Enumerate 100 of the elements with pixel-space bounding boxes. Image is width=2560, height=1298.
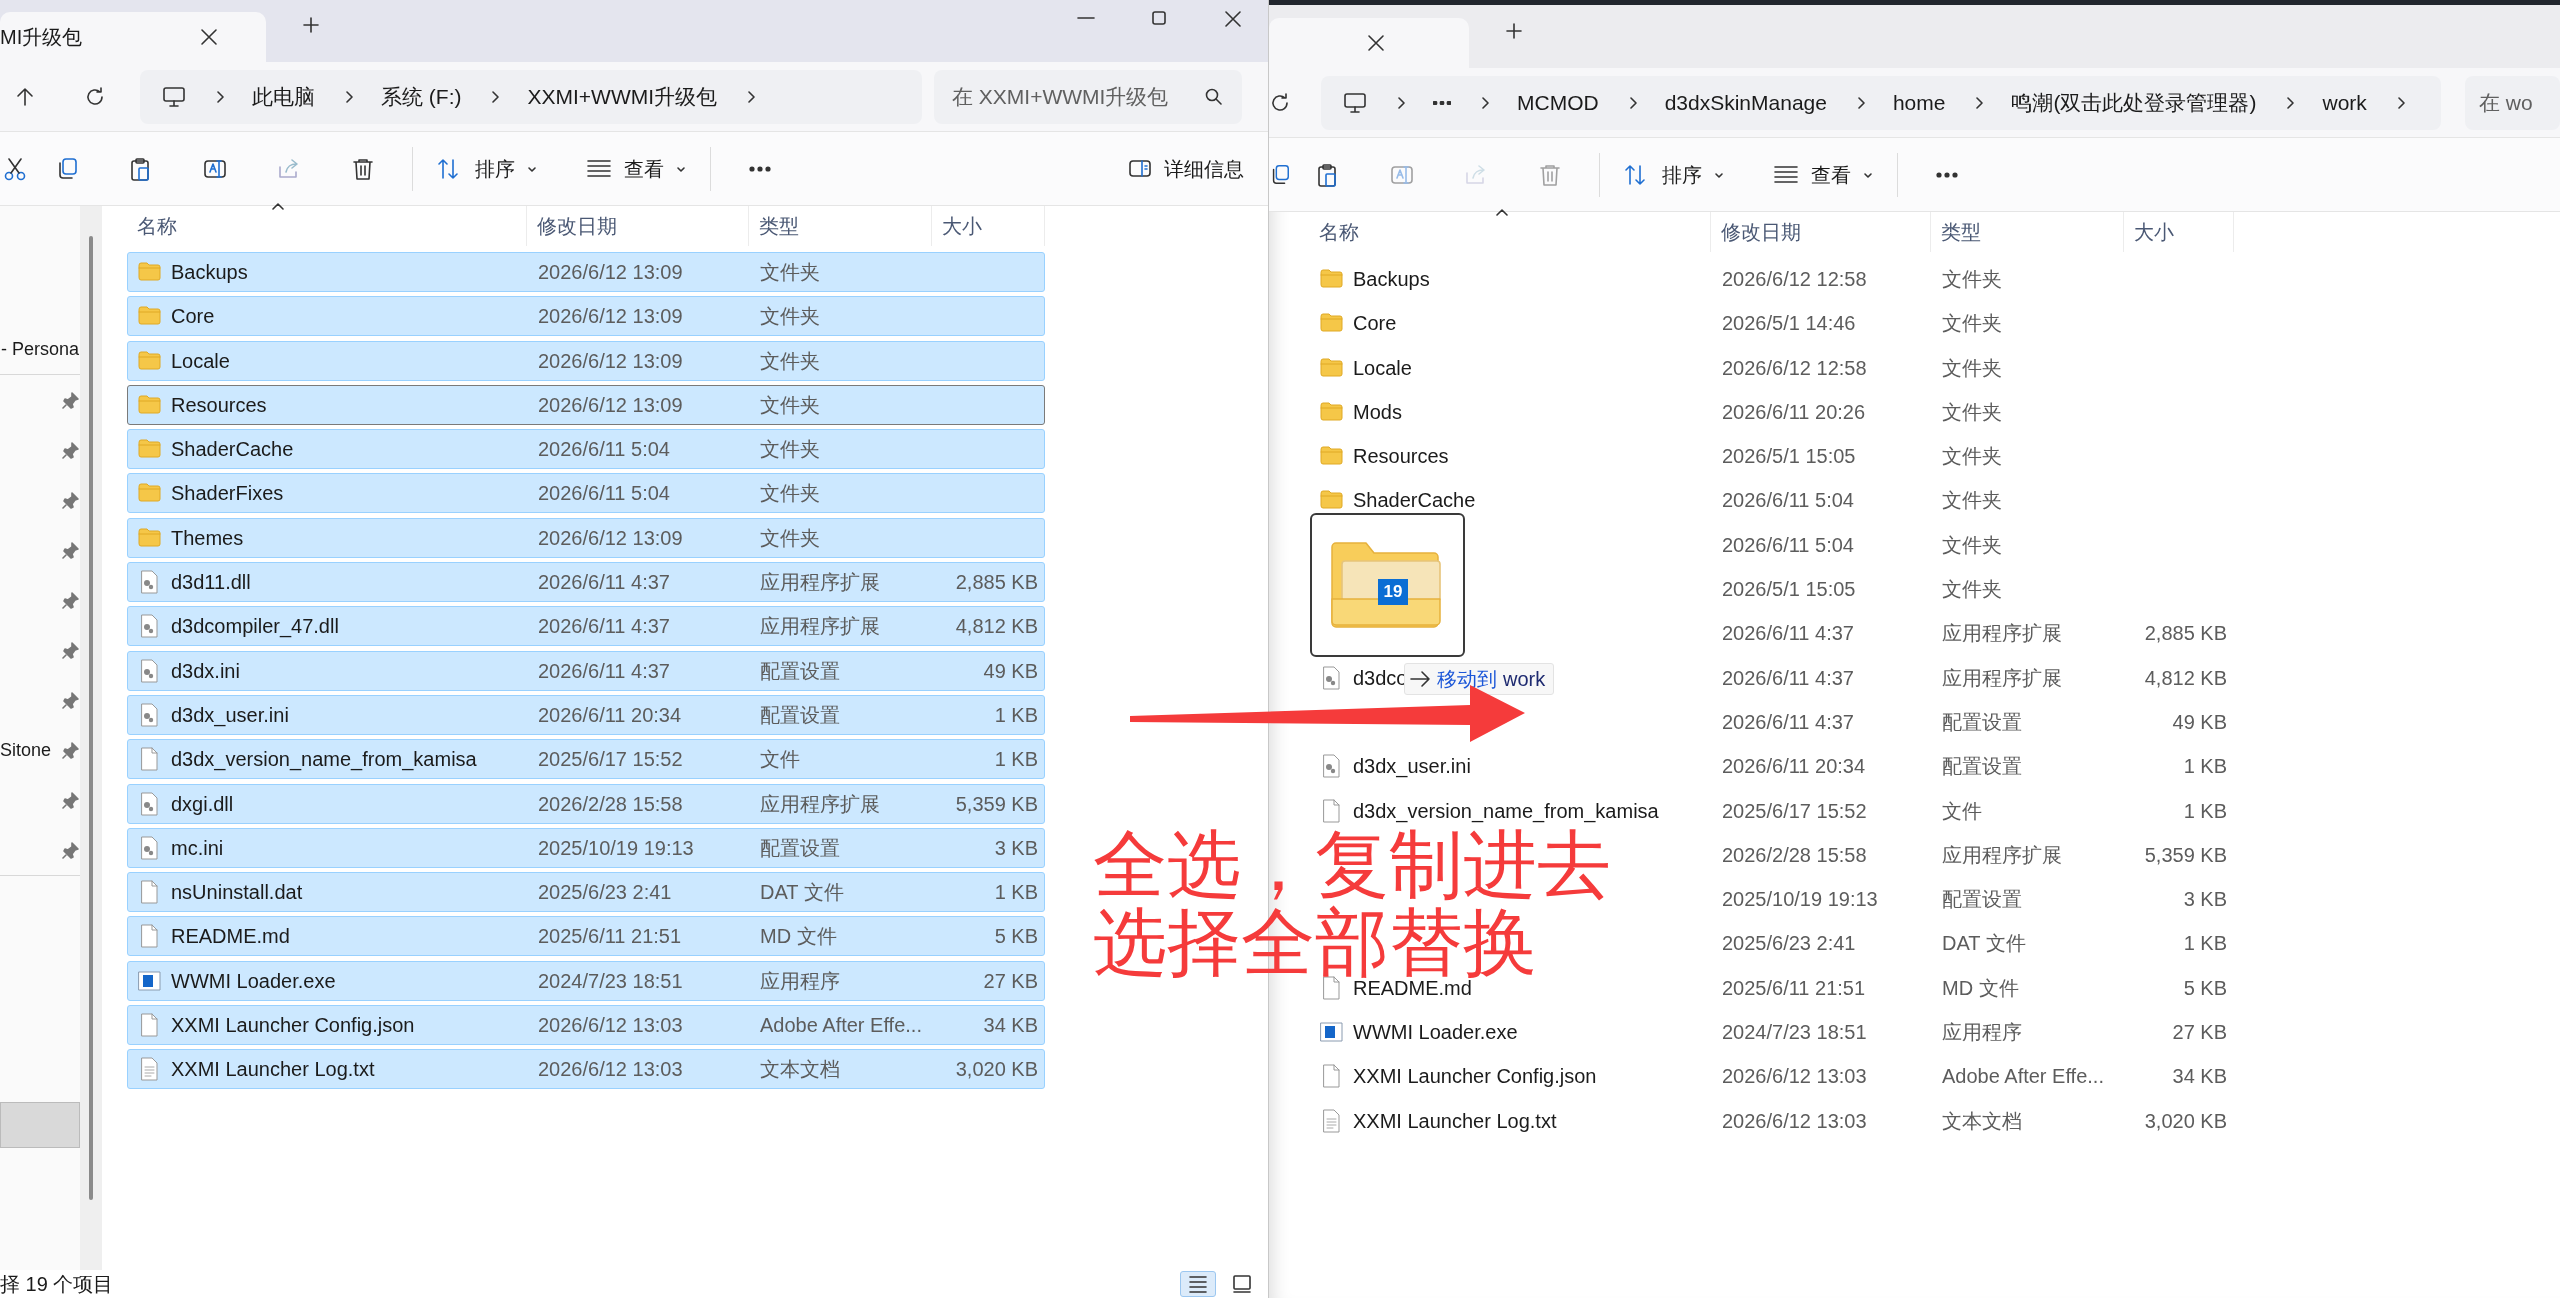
browser-tab[interactable]: MI升级包 [0,12,267,62]
column-header[interactable]: 大小 [2134,217,2174,247]
file-row[interactable]: WWMI Loader.exe 2024/7/23 18:51 应用程序 27 KB [127,960,1045,1001]
gear-file-icon [138,570,161,595]
file-row[interactable]: d3dx_user.ini 2026/6/11 20:34 配置设置 1 KB [127,694,1045,735]
file-name: Core [171,304,215,330]
file-row[interactable]: README.md 2025/6/11 21:51 MD 文件 5 KB [127,916,1045,957]
column-header[interactable]: 修改日期 [1721,217,1801,247]
file-row[interactable]: Locale 2026/6/12 13:09 文件夹 [127,340,1045,381]
gear-file-icon [1320,754,1343,779]
breadcrumb-item[interactable]: MCMOD [1517,86,1599,119]
file-row[interactable]: mc.ini 2025/10/19 19:13 配置设置 3 KB [127,827,1045,868]
file-type: 应用程序扩展 [1942,666,2062,689]
modified-date: 2026/6/12 12:58 [1722,356,1867,379]
file-name: d3dx.ini [171,658,240,684]
column-header[interactable]: 修改日期 [537,211,617,241]
file-name: d3dx_user.ini [1353,754,1471,780]
file-name: Locale [171,348,230,374]
column-header[interactable]: 名称 [137,211,177,241]
folder-icon [138,392,161,417]
search-field[interactable]: 在 wo [2465,75,2560,130]
file-size: 49 KB [2172,710,2227,733]
column-header[interactable]: 名称 [1319,217,1359,247]
file-type: 文件夹 [760,482,820,505]
file-row[interactable]: Themes 2026/6/12 13:09 文件夹 [127,517,1045,558]
file-row[interactable]: dxgi.dll 2026/2/28 15:58 应用程序扩展 5,359 KB [127,783,1045,824]
column-header[interactable]: 类型 [1941,217,1981,247]
file-name: nsUninstall.dat [171,880,303,906]
address-bar[interactable]: MCMOD d3dxSkinManage home 鸣潮(双击此处登录管理器) work [1321,75,2441,130]
file-type: 文件夹 [760,393,820,416]
modified-date: 2026/2/28 15:58 [538,792,683,815]
modified-date: 2026/6/11 20:34 [1722,755,1866,778]
modified-date: 2026/2/28 15:58 [1722,843,1867,866]
sort-caret-icon [1496,208,1508,216]
file-row[interactable]: ShaderCache 2026/6/11 5:04 文件夹 [127,429,1045,470]
close-tab-icon [1366,33,1386,53]
file-name: WWMI Loader.exe [1353,1020,1518,1046]
column-header[interactable]: 类型 [759,211,799,241]
file-type: 文件夹 [1942,489,2002,512]
file-name: ShaderFixes [171,481,284,507]
file-size: 1 KB [2183,932,2227,955]
breadcrumb-item[interactable]: d3dxSkinManage [1664,86,1827,119]
file-size: 1 KB [2183,799,2227,822]
file-row[interactable]: Backups 2026/6/12 13:09 文件夹 [127,252,1045,292]
more-icon [1936,171,1958,178]
breadcrumb-item[interactable]: home [1892,86,1946,119]
breadcrumb-item[interactable]: XXMI+WWMI升级包 [527,80,718,113]
view-button[interactable]: 查看 [1761,153,1885,196]
file-type: 配置设置 [760,659,840,682]
file-row[interactable]: d3dcompiler_47.dll 2026/6/11 4:37 应用程序扩展 4,812 KB [127,606,1045,647]
details-view-button[interactable] [1180,1271,1216,1297]
breadcrumb-item[interactable]: 鸣潮(双击此处登录管理器) [2011,86,2257,119]
sort-button[interactable]: 排序 [1612,153,1736,196]
file-name: README.md [171,924,290,950]
text-file-icon [138,1057,161,1082]
breadcrumb-item[interactable]: 此电脑 [252,80,315,113]
file-size: 34 KB [2172,1065,2227,1088]
breadcrumb-item[interactable]: 系统 (F:) [381,80,462,113]
nav-item[interactable]: Sitone [0,736,52,764]
delete-icon [1538,162,1562,187]
scrollbar-thumb[interactable] [89,236,93,1200]
file-row[interactable]: ShaderFixes 2026/6/11 5:04 文件夹 [127,473,1045,514]
address-bar[interactable]: 此电脑 系统 (F:) XXMI+WWMI升级包 [140,69,922,124]
sort-button[interactable]: 排序 [425,147,549,190]
modified-date: 2026/6/11 5:04 [538,482,670,505]
annotation-text: 全选，复制进去 [1093,826,1611,904]
file-row[interactable]: Core 2026/6/12 13:09 文件夹 [127,296,1045,337]
modified-date: 2025/6/17 15:52 [1722,799,1867,822]
file-row[interactable]: XXMI Launcher Config.json 2026/6/12 13:03 Adobe After Effe... 34 KB [127,1005,1045,1046]
file-row[interactable]: XXMI Launcher Log.txt 2026/6/12 13:03 文本文档 3,020 KB [127,1049,1045,1090]
chevron-icon [343,88,353,105]
nav-item[interactable]: - Persona [1,335,80,363]
close-icon [1222,9,1241,27]
details-pane-button[interactable]: 详细信息 [1116,147,1256,190]
gear-file-icon [138,614,161,639]
file-row[interactable]: nsUninstall.dat 2025/6/23 2:41 DAT 文件 1 KB [127,872,1045,913]
view-button[interactable]: 查看 [574,147,698,190]
modified-date: 2026/6/12 12:58 [1722,268,1867,290]
file-type: 文件夹 [1942,312,2002,335]
file-type: 应用程序扩展 [1942,622,2062,645]
gear-file-icon [138,791,161,816]
file-row[interactable]: d3dx_version_name_from_kamisa 2025/6/17 15:52 文件 1 KB [127,739,1045,780]
file-size: 3 KB [994,836,1038,859]
breadcrumb-item[interactable]: work [2322,86,2367,119]
file-row[interactable]: d3d11.dll 2026/6/11 4:37 应用程序扩展 2,885 KB [127,562,1045,603]
file-type: 应用程序 [1942,1021,2022,1044]
more-icon [749,165,771,172]
search-field[interactable]: 在 XXMI+WWMI升级包 [934,69,1242,124]
ellipsis-icon [1433,100,1451,105]
modified-date: 2026/6/11 4:37 [538,571,670,594]
file-type: 文件夹 [1942,356,2002,379]
file-type: 配置设置 [1942,755,2022,778]
file-icon [1320,798,1343,823]
arrow-icon [1409,668,1431,690]
search-icon [1204,86,1224,107]
file-row[interactable]: d3dx.ini 2026/6/11 4:37 配置设置 49 KB [127,650,1045,691]
file-name: XXMI Launcher Config.json [171,1013,415,1039]
folder-icon [138,348,161,373]
file-row[interactable]: Resources 2026/6/12 13:09 文件夹 [127,384,1045,425]
column-header[interactable]: 大小 [942,211,982,241]
